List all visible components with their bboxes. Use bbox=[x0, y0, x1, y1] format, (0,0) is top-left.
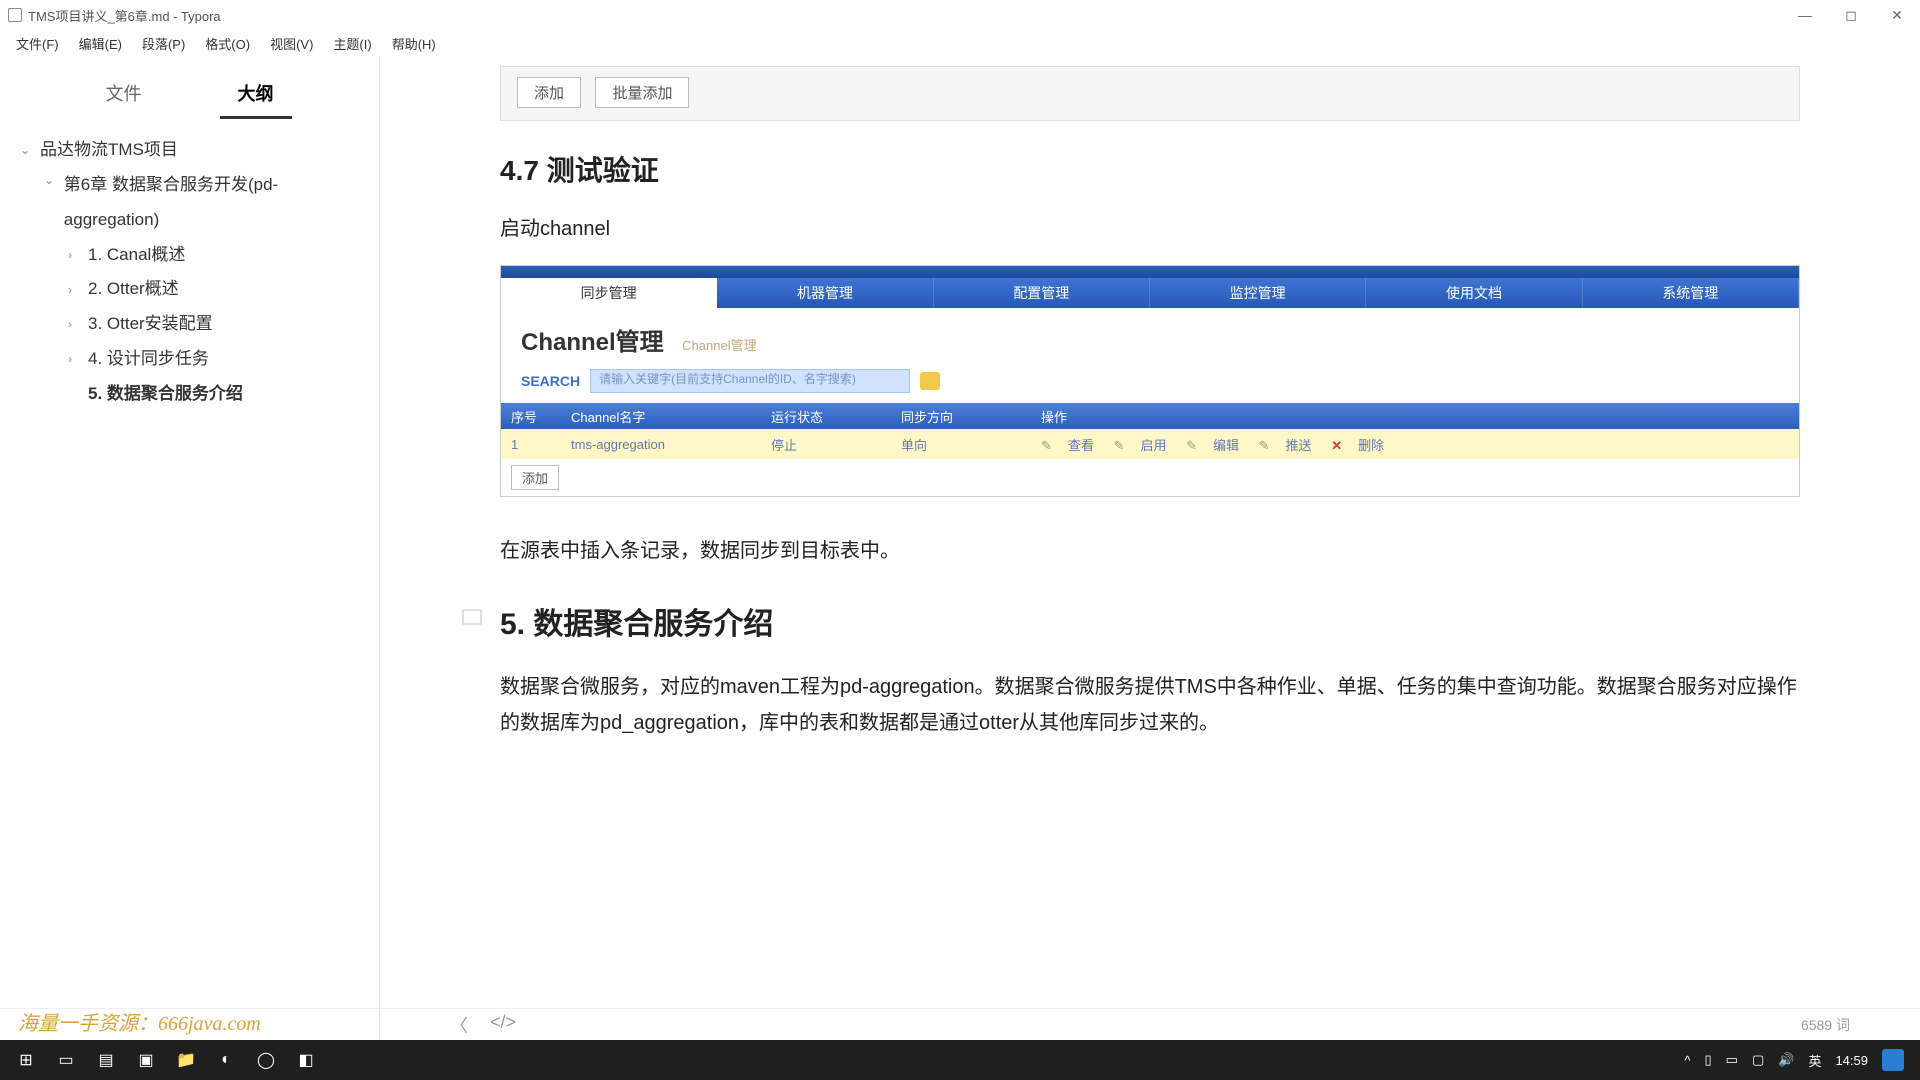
heading-4-7: 4.7 测试验证 bbox=[500, 149, 1800, 189]
chevron-right-icon: › bbox=[68, 278, 82, 303]
otter-tab: 同步管理 bbox=[501, 278, 717, 308]
nav-back-icon[interactable]: 〈 bbox=[450, 1012, 468, 1038]
chevron-down-icon: ⌄ bbox=[44, 168, 58, 193]
outline-item-active[interactable]: 5. 数据聚合服务介绍 bbox=[68, 377, 369, 412]
menu-file[interactable]: 文件(F) bbox=[6, 32, 69, 55]
col-header: 序号 bbox=[501, 407, 561, 426]
tray-icon[interactable]: ▯ bbox=[1705, 1052, 1712, 1068]
search-label: SEARCH bbox=[521, 373, 580, 389]
taskbar-app-icon[interactable]: ◯ bbox=[246, 1043, 286, 1077]
paragraph: 数据聚合微服务，对应的maven工程为pd-aggregation。数据聚合微服… bbox=[500, 669, 1800, 741]
menu-format[interactable]: 格式(O) bbox=[195, 32, 260, 55]
menu-help[interactable]: 帮助(H) bbox=[382, 32, 446, 55]
col-header: Channel名字 bbox=[561, 407, 761, 426]
taskbar-app-icon[interactable]: ▤ bbox=[86, 1043, 126, 1077]
otter-breadcrumb: Channel管理 bbox=[682, 338, 756, 353]
search-input: 请输入关键字(目前支持Channel的ID、名字搜索) bbox=[590, 369, 910, 393]
taskbar-app-icon[interactable]: ◧ bbox=[286, 1043, 326, 1077]
app-icon bbox=[8, 8, 22, 22]
otter-tab: 使用文档 bbox=[1366, 278, 1582, 308]
chevron-right-icon: › bbox=[68, 243, 82, 268]
status-bar: 〈 </> 6589 词 bbox=[0, 1008, 1920, 1040]
paragraph: 在源表中插入条记录，数据同步到目标表中。 bbox=[500, 533, 1800, 569]
embedded-image-top: 添加 批量添加 bbox=[500, 66, 1800, 121]
outline-tree: ⌄品达物流TMS项目 ⌄第6章 数据聚合服务开发(pd-aggregation)… bbox=[0, 119, 379, 412]
chevron-right-icon: › bbox=[68, 312, 82, 337]
tray-volume-icon[interactable]: 🔊 bbox=[1778, 1052, 1794, 1068]
tray-network-icon[interactable]: ▢ bbox=[1752, 1052, 1764, 1068]
otter-title: Channel管理 bbox=[521, 322, 664, 357]
otter-tab: 配置管理 bbox=[934, 278, 1150, 308]
start-button[interactable]: ⊞ bbox=[6, 1043, 46, 1077]
table-row: 1 tms-aggregation 停止 单向 ✎查看 ✎启用 ✎编辑 ✎推送 … bbox=[501, 429, 1799, 459]
minimize-button[interactable]: — bbox=[1782, 0, 1828, 30]
tray-ime[interactable]: 英 bbox=[1808, 1051, 1821, 1070]
menu-paragraph[interactable]: 段落(P) bbox=[132, 32, 195, 55]
menu-bar: 文件(F) 编辑(E) 段落(P) 格式(O) 视图(V) 主题(I) 帮助(H… bbox=[0, 30, 1920, 56]
tray-chevron-icon[interactable]: ^ bbox=[1684, 1053, 1690, 1068]
code-toggle-icon[interactable]: </> bbox=[490, 1012, 516, 1038]
taskbar-app-icon[interactable]: ▭ bbox=[46, 1043, 86, 1077]
window-titlebar: TMS项目讲义_第6章.md - Typora — ◻ ✕ bbox=[0, 0, 1920, 30]
outline-item[interactable]: ›4. 设计同步任务 bbox=[68, 342, 369, 377]
editor-content[interactable]: 添加 批量添加 4.7 测试验证 启动channel 同步管理 机器管理 配置管… bbox=[380, 56, 1920, 1040]
menu-theme[interactable]: 主题(I) bbox=[323, 32, 381, 55]
taskbar-app-icon[interactable]: 📁 bbox=[166, 1043, 206, 1077]
tab-outline[interactable]: 大纲 bbox=[220, 70, 292, 119]
batch-add-button[interactable]: 批量添加 bbox=[595, 77, 689, 108]
system-tray[interactable]: ^ ▯ ▭ ▢ 🔊 英 14:59 bbox=[1684, 1049, 1914, 1071]
taskbar-app-icon[interactable]: ◐ bbox=[206, 1043, 246, 1077]
otter-tab: 监控管理 bbox=[1150, 278, 1366, 308]
chevron-right-icon: › bbox=[68, 347, 82, 372]
chevron-down-icon: ⌄ bbox=[20, 138, 34, 163]
menu-edit[interactable]: 编辑(E) bbox=[69, 32, 132, 55]
otter-tab: 系统管理 bbox=[1583, 278, 1799, 308]
windows-taskbar: ⊞ ▭ ▤ ▣ 📁 ◐ ◯ ◧ ^ ▯ ▭ ▢ 🔊 英 14:59 bbox=[0, 1040, 1920, 1080]
tab-files[interactable]: 文件 bbox=[88, 70, 160, 119]
maximize-button[interactable]: ◻ bbox=[1828, 0, 1874, 30]
col-header: 同步方向 bbox=[891, 407, 1031, 426]
heading-5: 5. 数据聚合服务介绍 bbox=[500, 599, 1800, 643]
close-button[interactable]: ✕ bbox=[1874, 0, 1920, 30]
add-button[interactable]: 添加 bbox=[517, 77, 581, 108]
tray-time[interactable]: 14:59 bbox=[1835, 1053, 1868, 1068]
col-header: 操作 bbox=[1031, 407, 1799, 426]
outline-item[interactable]: ›3. Otter安装配置 bbox=[68, 307, 369, 342]
taskbar-app-icon[interactable]: ▣ bbox=[126, 1043, 166, 1077]
embedded-image-otter: 同步管理 机器管理 配置管理 监控管理 使用文档 系统管理 Channel管理 … bbox=[500, 265, 1800, 497]
red-arrow-icon bbox=[1151, 453, 1171, 499]
paragraph: 启动channel bbox=[500, 211, 1800, 247]
tray-battery-icon[interactable]: ▭ bbox=[1726, 1052, 1738, 1068]
outline-item[interactable]: ›1. Canal概述 bbox=[68, 238, 369, 273]
add-button: 添加 bbox=[511, 465, 559, 490]
menu-view[interactable]: 视图(V) bbox=[260, 32, 323, 55]
outline-root[interactable]: ⌄品达物流TMS项目 bbox=[20, 133, 369, 168]
sidebar: 文件 大纲 ⌄品达物流TMS项目 ⌄第6章 数据聚合服务开发(pd-aggreg… bbox=[0, 56, 380, 1040]
tray-notification-icon[interactable] bbox=[1882, 1049, 1904, 1071]
search-go-icon bbox=[920, 372, 940, 390]
outline-chapter[interactable]: ⌄第6章 数据聚合服务开发(pd-aggregation) bbox=[44, 168, 369, 238]
outline-item[interactable]: ›2. Otter概述 bbox=[68, 272, 369, 307]
otter-tab: 机器管理 bbox=[717, 278, 933, 308]
window-title: TMS项目讲义_第6章.md - Typora bbox=[28, 6, 221, 25]
word-count[interactable]: 6589 词 bbox=[1801, 1015, 1850, 1035]
col-header: 运行状态 bbox=[761, 407, 891, 426]
